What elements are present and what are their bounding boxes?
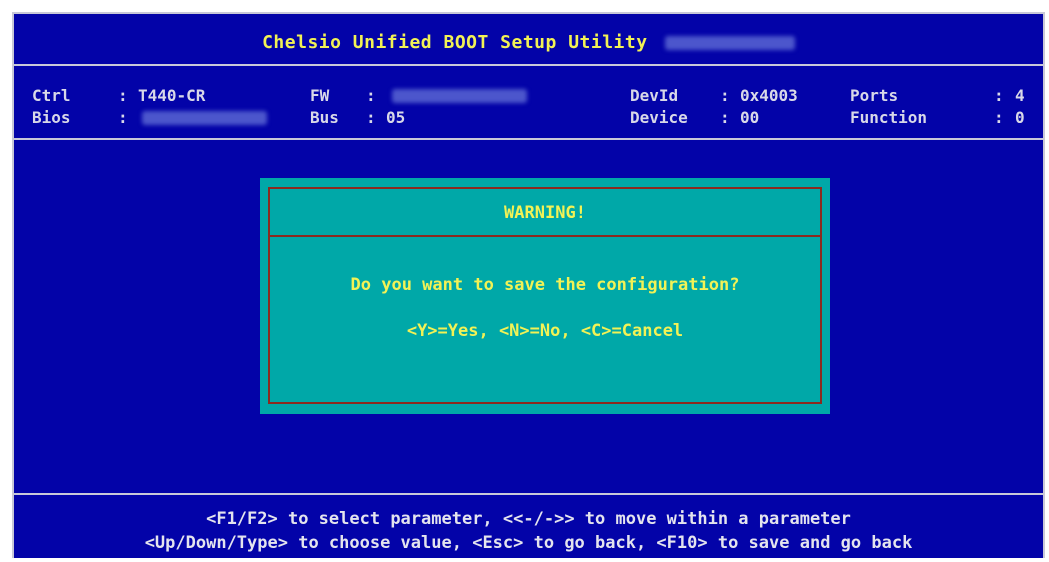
dialog-separator (270, 235, 820, 237)
footer-help-line-1: <F1/F2> to select parameter, <<-/->> to … (206, 509, 851, 529)
bus-value: 05 (386, 108, 406, 127)
fw-label: FW (310, 86, 330, 105)
fw-separator: : (366, 86, 376, 105)
devid-value: 0x4003 (740, 86, 798, 105)
bios-separator: : (118, 108, 128, 127)
device-value: 00 (740, 108, 760, 127)
redacted-bios-version (142, 111, 267, 125)
ports-value: 4 (1015, 86, 1025, 105)
dialog-options[interactable]: <Y>=Yes, <N>=No, <C>=Cancel (270, 321, 820, 341)
redacted-fw-version (392, 89, 527, 103)
device-label: Device (630, 108, 688, 127)
header-separator (12, 138, 1045, 140)
ctrl-label: Ctrl (32, 86, 71, 105)
frame-right-border (1043, 12, 1045, 558)
redacted-version (664, 36, 795, 50)
bus-label: Bus (310, 108, 339, 127)
window-title: Chelsio Unified BOOT Setup Utility (262, 32, 648, 53)
bios-label: Bios (32, 108, 71, 127)
function-label: Function (850, 108, 928, 127)
bios-screen: Chelsio Unified BOOT Setup Utility Ctrl … (12, 12, 1045, 558)
ports-separator: : (994, 86, 1004, 105)
devid-separator: : (720, 86, 730, 105)
title-text-row: Chelsio Unified BOOT Setup Utility (12, 32, 1045, 53)
title-bar: Chelsio Unified BOOT Setup Utility (12, 12, 1045, 68)
dialog-title: WARNING! (504, 203, 586, 223)
warning-dialog-border: WARNING! Do you want to save the configu… (268, 187, 822, 404)
ctrl-separator: : (118, 86, 128, 105)
bus-separator: : (366, 108, 376, 127)
device-separator: : (720, 108, 730, 127)
footer-help-line-2: <Up/Down/Type> to choose value, <Esc> to… (144, 533, 913, 553)
devid-label: DevId (630, 86, 679, 105)
function-value: 0 (1015, 108, 1025, 127)
footer-separator (12, 493, 1045, 495)
ports-label: Ports (850, 86, 899, 105)
function-separator: : (994, 108, 1004, 127)
frame-left-border (12, 12, 14, 558)
dialog-question: Do you want to save the configuration? (350, 275, 740, 295)
ctrl-value: T440-CR (138, 86, 206, 105)
warning-dialog: WARNING! Do you want to save the configu… (260, 178, 830, 414)
